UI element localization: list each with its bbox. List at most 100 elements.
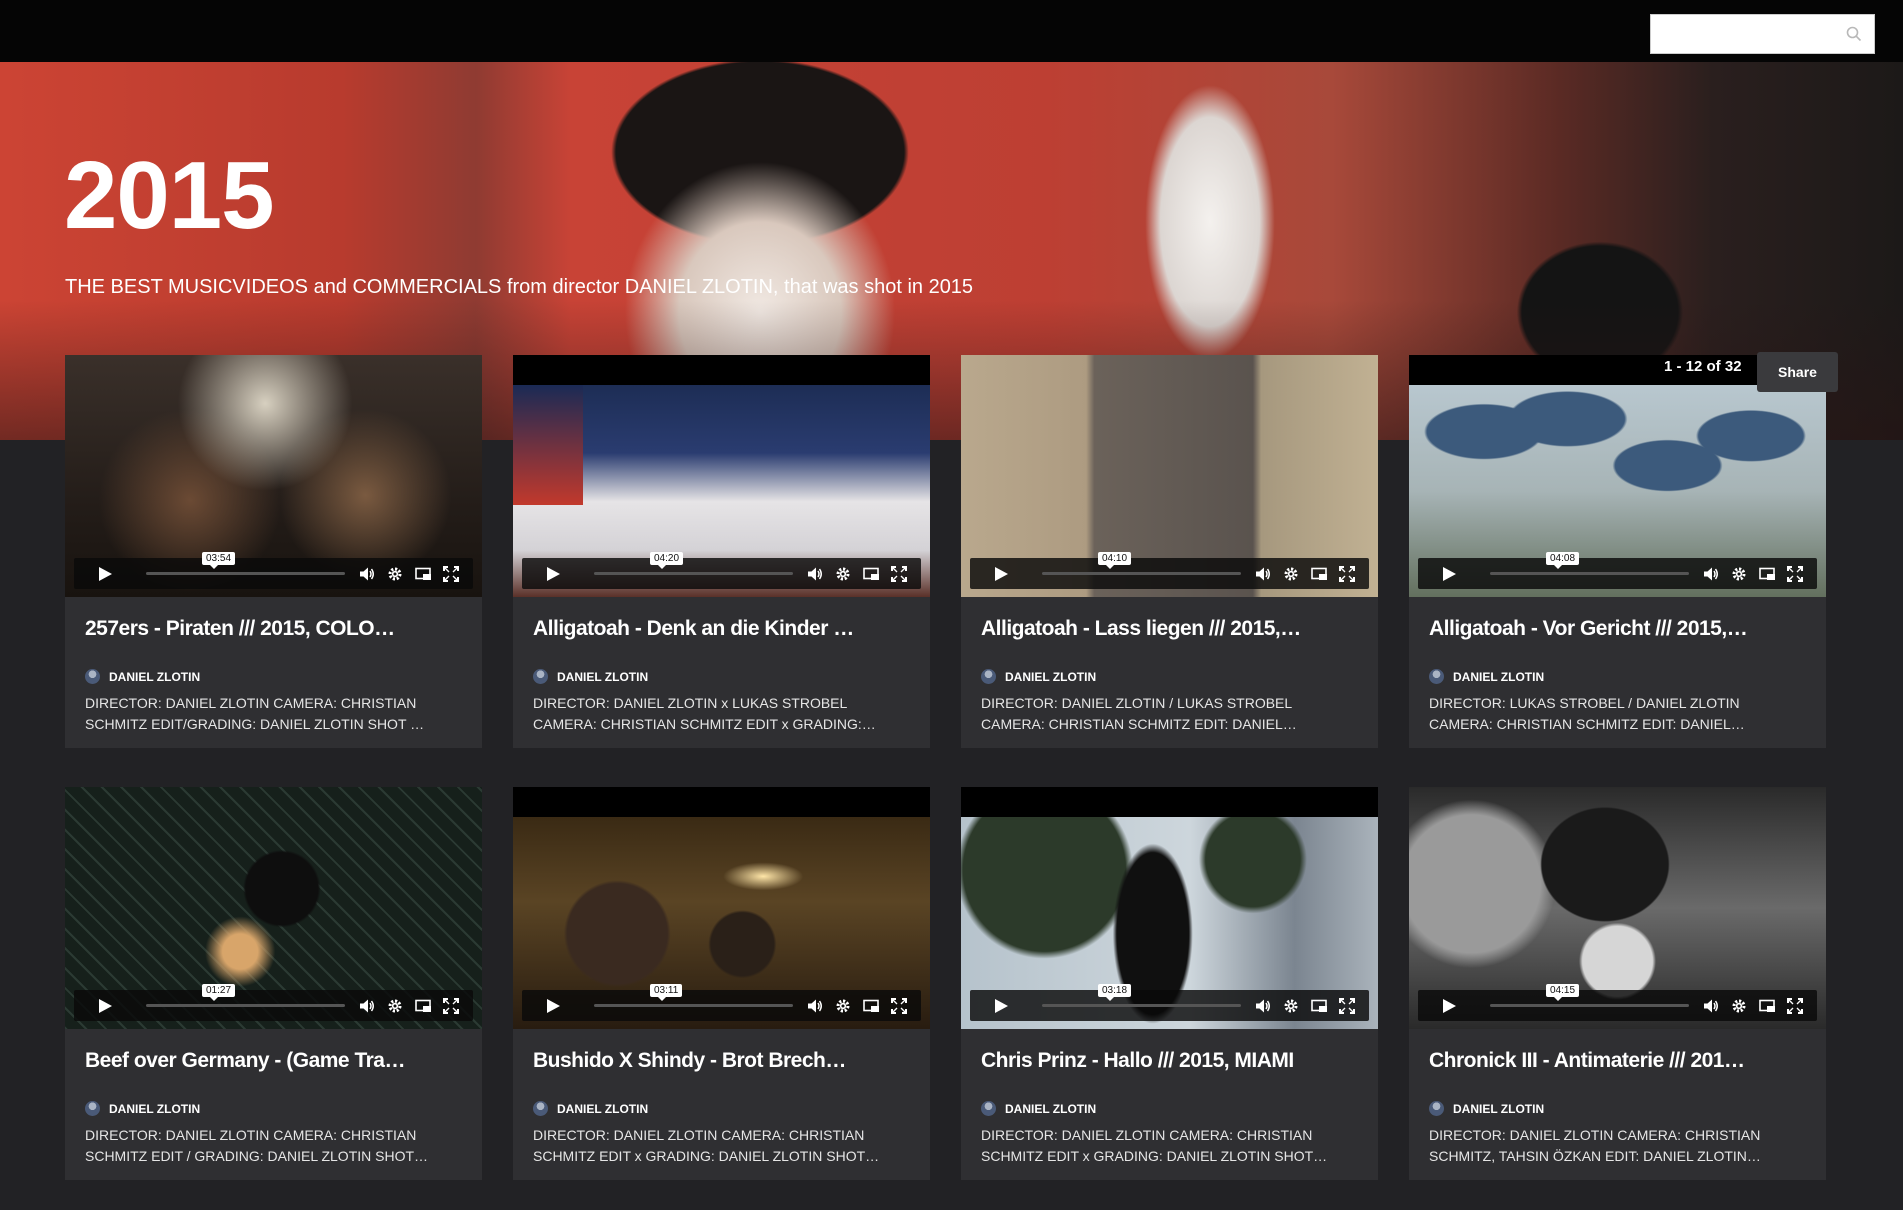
progress-bar[interactable]: 03:11 bbox=[594, 984, 793, 1007]
video-thumbnail[interactable]: 04:20 bbox=[513, 355, 930, 597]
fullscreen-icon[interactable] bbox=[1339, 998, 1355, 1014]
gear-icon[interactable] bbox=[1731, 566, 1747, 582]
play-icon[interactable] bbox=[1442, 999, 1456, 1013]
volume-icon[interactable] bbox=[1703, 998, 1719, 1014]
fullscreen-icon[interactable] bbox=[443, 998, 459, 1014]
fullscreen-icon[interactable] bbox=[443, 566, 459, 582]
gear-icon[interactable] bbox=[835, 566, 851, 582]
author-name[interactable]: DANIEL ZLOTIN bbox=[557, 670, 648, 684]
fullscreen-icon[interactable] bbox=[1787, 566, 1803, 582]
thumbnail-detail bbox=[513, 385, 583, 505]
video-title[interactable]: Beef over Germany - (Game Tra… bbox=[85, 1049, 470, 1073]
volume-icon[interactable] bbox=[807, 566, 823, 582]
progress-bar[interactable]: 04:10 bbox=[1042, 552, 1241, 575]
pip-icon[interactable] bbox=[1759, 998, 1775, 1014]
video-card[interactable]: 04:20 Alligatoah - Denk an die Kinder … … bbox=[513, 355, 930, 748]
player-controls: 04:10 bbox=[970, 552, 1369, 589]
volume-icon[interactable] bbox=[359, 566, 375, 582]
search-box[interactable] bbox=[1650, 14, 1875, 54]
duration-label: 04:15 bbox=[1546, 984, 1580, 1001]
pip-icon[interactable] bbox=[1311, 566, 1327, 582]
duration-label: 04:20 bbox=[650, 552, 684, 569]
pip-icon[interactable] bbox=[1759, 566, 1775, 582]
gear-icon[interactable] bbox=[1283, 566, 1299, 582]
video-thumbnail[interactable]: 04:15 bbox=[1409, 787, 1826, 1029]
volume-icon[interactable] bbox=[1255, 566, 1271, 582]
gear-icon[interactable] bbox=[387, 566, 403, 582]
video-thumbnail[interactable]: 01:27 bbox=[65, 787, 482, 1029]
volume-icon[interactable] bbox=[807, 998, 823, 1014]
video-description: DIRECTOR: DANIEL ZLOTIN CAMERA: CHRISTIA… bbox=[85, 1127, 429, 1164]
video-card[interactable]: 04:08 Alligatoah - Vor Gericht /// 2015,… bbox=[1409, 355, 1826, 748]
video-card[interactable]: 03:54 257ers - Piraten /// 2015, COLO… D… bbox=[65, 355, 482, 748]
video-title[interactable]: Alligatoah - Vor Gericht /// 2015,… bbox=[1429, 617, 1814, 641]
video-title[interactable]: Chris Prinz - Hallo /// 2015, MIAMI bbox=[981, 1049, 1366, 1073]
video-card[interactable]: 04:15 Chronick III - Antimaterie /// 201… bbox=[1409, 787, 1826, 1180]
video-thumbnail[interactable]: 03:11 bbox=[513, 787, 930, 1029]
video-description: DIRECTOR: DANIEL ZLOTIN x LUKAS STROBEL … bbox=[533, 695, 876, 732]
player-controls: 04:20 bbox=[522, 552, 921, 589]
fullscreen-icon[interactable] bbox=[1339, 566, 1355, 582]
player-controls: 01:27 bbox=[74, 984, 473, 1021]
search-input[interactable] bbox=[1651, 15, 1836, 53]
volume-icon[interactable] bbox=[1255, 998, 1271, 1014]
video-thumbnail[interactable]: 03:18 bbox=[961, 787, 1378, 1029]
video-thumbnail[interactable]: 04:10 bbox=[961, 355, 1378, 597]
video-card[interactable]: 01:27 Beef over Germany - (Game Tra… DAN… bbox=[65, 787, 482, 1180]
video-title[interactable]: 257ers - Piraten /// 2015, COLO… bbox=[85, 617, 470, 641]
avatar bbox=[981, 669, 996, 684]
play-icon[interactable] bbox=[546, 999, 560, 1013]
avatar bbox=[85, 669, 100, 684]
author-name[interactable]: DANIEL ZLOTIN bbox=[1453, 1102, 1544, 1116]
author-name[interactable]: DANIEL ZLOTIN bbox=[1005, 1102, 1096, 1116]
share-button[interactable]: Share bbox=[1757, 352, 1838, 392]
gear-icon[interactable] bbox=[835, 998, 851, 1014]
video-description: DIRECTOR: DANIEL ZLOTIN / LUKAS STROBEL … bbox=[981, 695, 1297, 732]
play-icon[interactable] bbox=[98, 999, 112, 1013]
progress-bar[interactable]: 03:18 bbox=[1042, 984, 1241, 1007]
author-name[interactable]: DANIEL ZLOTIN bbox=[1005, 670, 1096, 684]
author-name[interactable]: DANIEL ZLOTIN bbox=[557, 1102, 648, 1116]
video-title[interactable]: Bushido X Shindy - Brot Brech… bbox=[533, 1049, 918, 1073]
pip-icon[interactable] bbox=[1311, 998, 1327, 1014]
pip-icon[interactable] bbox=[863, 998, 879, 1014]
pip-icon[interactable] bbox=[415, 998, 431, 1014]
fullscreen-icon[interactable] bbox=[1787, 998, 1803, 1014]
author-name[interactable]: DANIEL ZLOTIN bbox=[109, 1102, 200, 1116]
progress-bar[interactable]: 04:20 bbox=[594, 552, 793, 575]
fullscreen-icon[interactable] bbox=[891, 998, 907, 1014]
pip-icon[interactable] bbox=[415, 566, 431, 582]
video-title[interactable]: Chronick III - Antimaterie /// 201… bbox=[1429, 1049, 1814, 1073]
avatar bbox=[1429, 669, 1444, 684]
pip-icon[interactable] bbox=[863, 566, 879, 582]
progress-bar[interactable]: 04:08 bbox=[1490, 552, 1689, 575]
avatar bbox=[85, 1101, 100, 1116]
volume-icon[interactable] bbox=[359, 998, 375, 1014]
video-title[interactable]: Alligatoah - Lass liegen /// 2015,… bbox=[981, 617, 1366, 641]
video-card[interactable]: 03:18 Chris Prinz - Hallo /// 2015, MIAM… bbox=[961, 787, 1378, 1180]
fullscreen-icon[interactable] bbox=[891, 566, 907, 582]
gear-icon[interactable] bbox=[1283, 998, 1299, 1014]
progress-bar[interactable]: 03:54 bbox=[146, 552, 345, 575]
volume-icon[interactable] bbox=[1703, 566, 1719, 582]
play-icon[interactable] bbox=[1442, 567, 1456, 581]
play-icon[interactable] bbox=[546, 567, 560, 581]
progress-bar[interactable]: 01:27 bbox=[146, 984, 345, 1007]
search-icon[interactable] bbox=[1846, 26, 1862, 42]
video-thumbnail[interactable]: 03:54 bbox=[65, 355, 482, 597]
player-controls: 03:11 bbox=[522, 984, 921, 1021]
gear-icon[interactable] bbox=[1731, 998, 1747, 1014]
author-name[interactable]: DANIEL ZLOTIN bbox=[109, 670, 200, 684]
play-icon[interactable] bbox=[98, 567, 112, 581]
gear-icon[interactable] bbox=[387, 998, 403, 1014]
play-icon[interactable] bbox=[994, 567, 1008, 581]
play-icon[interactable] bbox=[994, 999, 1008, 1013]
progress-bar[interactable]: 04:15 bbox=[1490, 984, 1689, 1007]
author-name[interactable]: DANIEL ZLOTIN bbox=[1453, 670, 1544, 684]
video-title[interactable]: Alligatoah - Denk an die Kinder … bbox=[533, 617, 918, 641]
video-card[interactable]: 04:10 Alligatoah - Lass liegen /// 2015,… bbox=[961, 355, 1378, 748]
avatar bbox=[533, 669, 548, 684]
video-card[interactable]: 03:11 Bushido X Shindy - Brot Brech… DAN… bbox=[513, 787, 930, 1180]
pagination-count: 1 - 12 of 32 bbox=[1664, 358, 1742, 375]
page-title: 2015 bbox=[64, 142, 275, 249]
